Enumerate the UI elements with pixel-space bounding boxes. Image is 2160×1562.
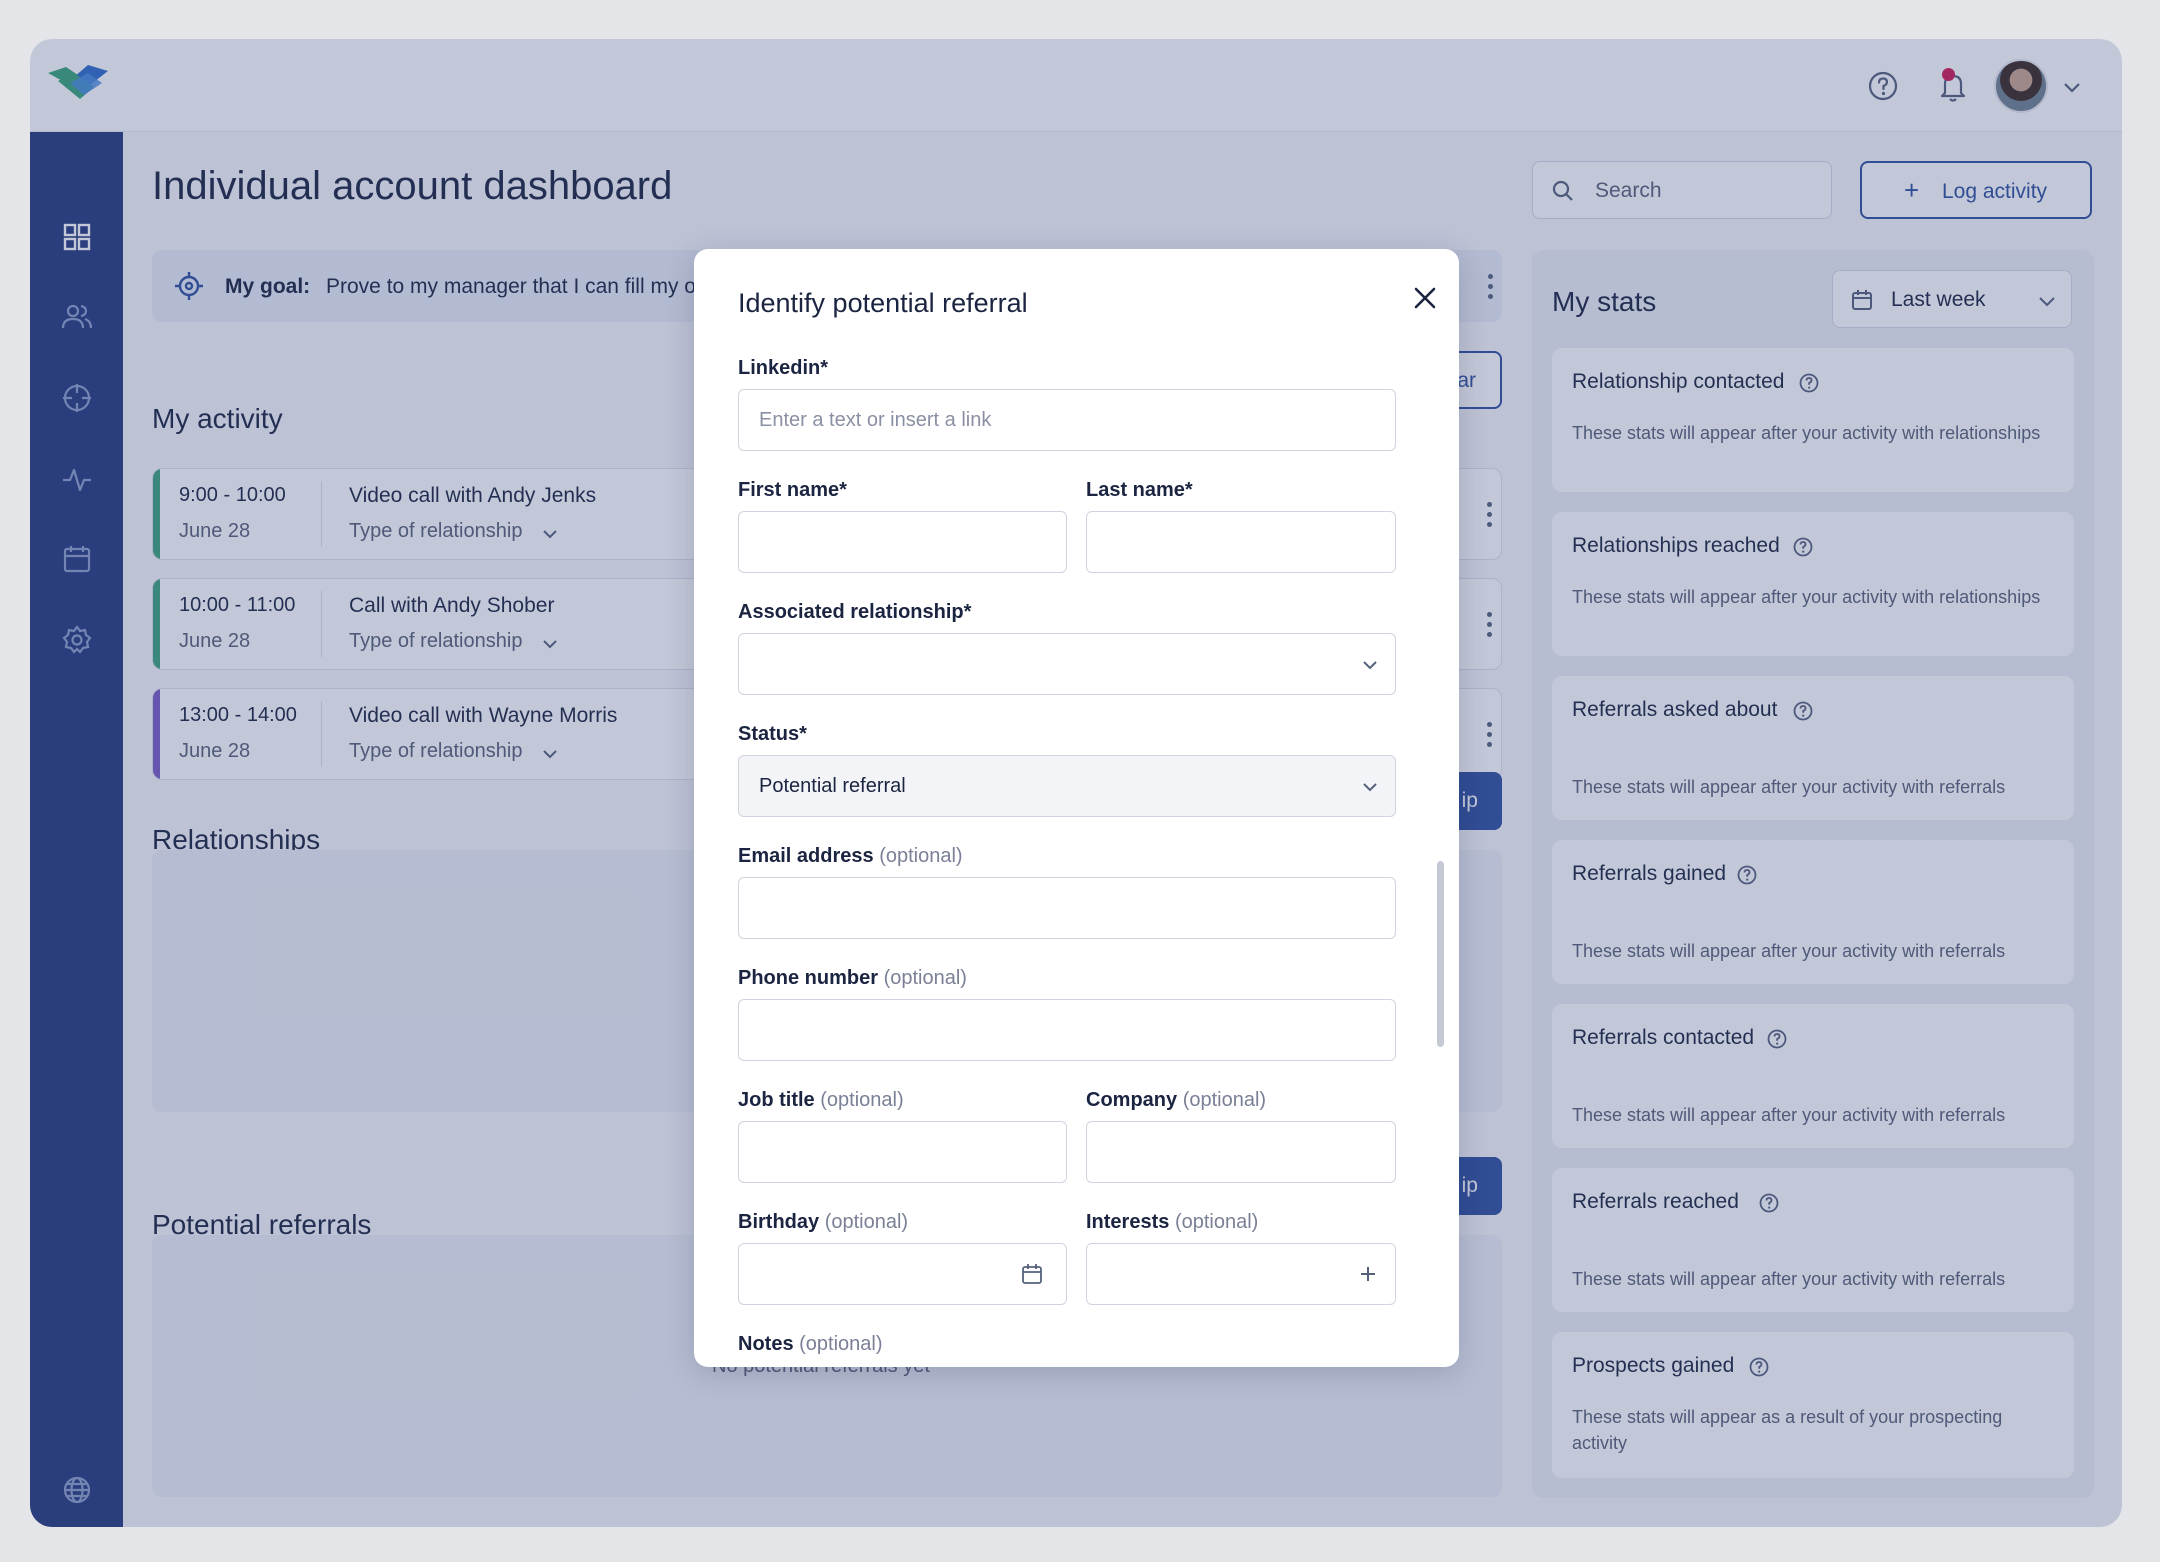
close-icon[interactable] [1410,283,1440,313]
birthday-input[interactable] [738,1243,1067,1305]
company-input[interactable] [1086,1121,1396,1183]
linkedin-label: Linkedin* [738,357,829,379]
interests-label: Interests (optional) [1086,1211,1259,1233]
first-name-input[interactable] [738,511,1067,573]
interests-input[interactable] [1086,1243,1396,1305]
modal-scrollbar[interactable] [1437,861,1444,1047]
phone-label: Phone number (optional) [738,967,967,989]
phone-input[interactable] [738,999,1396,1061]
status-label: Status* [738,723,807,745]
associated-relationship-select[interactable] [738,633,1396,695]
email-input[interactable] [738,877,1396,939]
modal-title: Identify potential referral [738,288,1028,318]
status-select[interactable]: Potential referral [738,755,1396,817]
associated-relationship-label: Associated relationship* [738,601,972,623]
linkedin-placeholder: Enter a text or insert a link [759,409,992,431]
chevron-down-icon [1363,661,1377,670]
app-window: Individual account dashboard Search + Lo… [30,39,2122,1527]
email-label: Email address (optional) [738,845,963,867]
plus-icon[interactable] [1359,1265,1377,1283]
last-name-input[interactable] [1086,511,1396,573]
birthday-label: Birthday (optional) [738,1211,909,1233]
first-name-label: First name* [738,479,847,501]
notes-label: Notes (optional) [738,1333,883,1355]
calendar-icon[interactable] [1021,1263,1043,1285]
identify-referral-modal: Identify potential referral Linkedin* En… [694,249,1459,1367]
job-title-input[interactable] [738,1121,1067,1183]
job-title-label: Job title (optional) [738,1089,904,1111]
chevron-down-icon [1363,783,1377,792]
last-name-label: Last name* [1086,479,1193,501]
status-value: Potential referral [759,775,906,797]
company-label: Company (optional) [1086,1089,1267,1111]
linkedin-input[interactable]: Enter a text or insert a link [738,389,1396,451]
